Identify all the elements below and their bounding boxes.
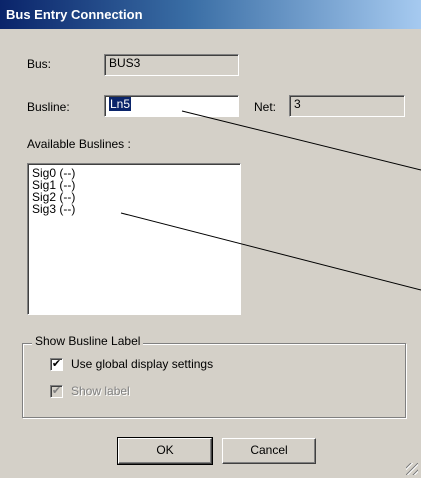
dialog-title: Bus Entry Connection <box>6 7 143 22</box>
busline-input[interactable]: Ln5 <box>104 95 239 117</box>
net-value: 3 <box>294 97 301 111</box>
bus-value: BUS3 <box>109 56 141 70</box>
available-buslines-list[interactable]: Sig0 (--) Sig1 (--) Sig2 (--) Sig3 (--) <box>27 163 241 315</box>
bus-field: BUS3 <box>104 54 239 76</box>
busline-label: Busline: <box>27 100 70 114</box>
show-label-checkbox[interactable]: ✔ <box>50 385 63 398</box>
cancel-button[interactable]: Cancel <box>222 438 316 464</box>
resize-grip-icon[interactable] <box>406 463 418 475</box>
connector-line <box>181 110 421 171</box>
use-global-checkbox[interactable]: ✔ <box>50 358 63 371</box>
list-item[interactable]: Sig3 (--) <box>32 203 236 215</box>
group-title: Show Busline Label <box>32 334 144 348</box>
bus-label: Bus: <box>27 57 52 71</box>
use-global-label[interactable]: Use global display settings <box>71 357 213 371</box>
show-label-label: Show label <box>71 384 130 398</box>
checkmark-icon: ✔ <box>51 385 62 397</box>
cancel-button-label: Cancel <box>250 443 288 457</box>
net-field: 3 <box>289 95 405 117</box>
checkmark-icon: ✔ <box>51 358 62 370</box>
ok-button-label: OK <box>156 443 174 457</box>
dialog-title-bar[interactable]: Bus Entry Connection <box>0 0 421 29</box>
net-label: Net: <box>254 100 277 114</box>
available-buslines-label: Available Buslines : <box>27 137 131 151</box>
busline-value: Ln5 <box>109 97 132 111</box>
ok-button[interactable]: OK <box>117 437 213 465</box>
show-busline-label-group <box>22 343 406 418</box>
